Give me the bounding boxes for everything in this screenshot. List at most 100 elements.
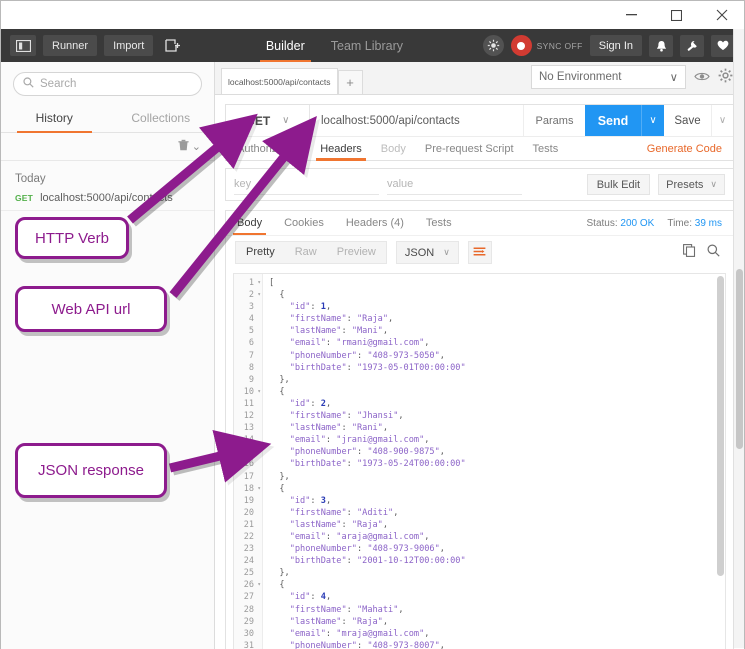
fold-toggle-icon[interactable]: ▾ bbox=[257, 277, 261, 289]
code-line: "firstName": "Jhansi", bbox=[289, 411, 404, 422]
bulk-edit-button[interactable]: Bulk Edit bbox=[586, 174, 651, 195]
search-input[interactable]: Search bbox=[13, 72, 202, 96]
tab-team-library[interactable]: Team Library bbox=[331, 29, 403, 62]
response-tab-cookies[interactable]: Cookies bbox=[284, 211, 324, 235]
generate-code-link[interactable]: Generate Code bbox=[647, 143, 722, 155]
send-button[interactable]: Send bbox=[585, 105, 641, 136]
fold-toggle-icon[interactable]: ▾ bbox=[257, 483, 261, 495]
copy-icon[interactable] bbox=[683, 243, 696, 262]
line-number: 13 bbox=[243, 423, 254, 434]
response-actions bbox=[683, 243, 724, 262]
line-number: 12 bbox=[243, 411, 254, 422]
tab-builder[interactable]: Builder bbox=[259, 29, 311, 62]
response-tab-headers[interactable]: Headers (4) bbox=[346, 211, 404, 235]
line-number: 21 bbox=[243, 519, 254, 530]
presets-button[interactable]: Presets ∨ bbox=[658, 174, 725, 195]
add-request-tab-button[interactable]: + bbox=[337, 70, 363, 94]
request-tab-authorization[interactable]: Authorization bbox=[237, 137, 301, 161]
eye-icon[interactable] bbox=[694, 70, 710, 85]
header-value-input[interactable]: value bbox=[387, 175, 522, 195]
code-line: "lastName": "Rani", bbox=[289, 423, 389, 434]
request-tab-tests[interactable]: Tests bbox=[533, 137, 559, 161]
view-mode-preview[interactable]: Preview bbox=[327, 242, 386, 263]
json-code[interactable]: [ { "id": 1, "firstName": "Raja", "lastN… bbox=[263, 274, 725, 649]
headers-editor: key value Bulk Edit Presets ∨ bbox=[225, 168, 734, 201]
status-value: 200 OK bbox=[620, 217, 655, 229]
fold-toggle-icon[interactable]: ▾ bbox=[257, 579, 261, 591]
request-tab-pre-request-script[interactable]: Pre-request Script bbox=[425, 137, 514, 161]
window-scrollbar-thumb[interactable] bbox=[736, 269, 743, 449]
code-line: "firstName": "Raja", bbox=[289, 314, 394, 325]
status-label: Status: bbox=[586, 217, 618, 229]
left-sidebar: Search History Collections ⌄ Today GET l… bbox=[1, 62, 215, 649]
trash-caret-icon[interactable]: ⌄ bbox=[192, 140, 201, 153]
view-mode-pretty[interactable]: Pretty bbox=[236, 242, 285, 263]
code-line: "id": 1, bbox=[289, 302, 332, 313]
annotation-json-response: JSON response bbox=[15, 443, 167, 498]
interceptor-icon[interactable] bbox=[482, 35, 504, 56]
line-number: 5 bbox=[248, 326, 254, 337]
bell-icon[interactable] bbox=[649, 34, 673, 57]
code-line: "phoneNumber": "408-973-9006", bbox=[289, 544, 445, 555]
response-body-viewer[interactable]: 1 ▾ 2 ▾ 3 4 5 6 7 8 9 10 ▾ 11 12 13 14 15 16 17 18 ▾ 19 20 21 22 2… bbox=[233, 273, 726, 649]
send-options-caret[interactable]: ∨ bbox=[641, 105, 664, 136]
wrench-icon[interactable] bbox=[680, 34, 704, 57]
heart-icon[interactable] bbox=[711, 34, 735, 57]
request-tab[interactable]: localhost:5000/api/contacts bbox=[221, 68, 338, 94]
history-item-verb: GET bbox=[15, 193, 34, 203]
window-minimize-button[interactable] bbox=[609, 2, 654, 29]
import-button[interactable]: Import bbox=[104, 35, 154, 56]
params-button[interactable]: Params bbox=[523, 105, 585, 136]
fold-toggle-icon[interactable]: ▾ bbox=[257, 386, 261, 398]
view-mode-raw[interactable]: Raw bbox=[285, 242, 327, 263]
sidebar-toggle-icon[interactable] bbox=[10, 35, 36, 56]
sync-status[interactable]: SYNC OFF bbox=[510, 35, 583, 56]
window-close-button[interactable] bbox=[699, 2, 744, 29]
window-scrollbar[interactable] bbox=[733, 29, 744, 648]
code-line: "phoneNumber": "408-973-5050", bbox=[289, 350, 445, 361]
code-line: "id": 2, bbox=[289, 398, 332, 409]
code-scrollbar[interactable] bbox=[717, 276, 724, 576]
wrap-lines-icon[interactable] bbox=[467, 241, 492, 264]
response-tab-tests[interactable]: Tests bbox=[426, 211, 452, 235]
header-key-input[interactable]: key bbox=[234, 175, 379, 195]
line-number: 2 ▾ bbox=[248, 289, 261, 301]
sidebar-tab-history[interactable]: History bbox=[1, 104, 108, 133]
fold-toggle-icon[interactable]: ▾ bbox=[257, 289, 261, 301]
environment-select[interactable]: No Environment ∨ bbox=[531, 65, 686, 89]
sign-in-button[interactable]: Sign In bbox=[589, 35, 642, 56]
runner-button[interactable]: Runner bbox=[43, 35, 98, 56]
line-number: 28 bbox=[243, 604, 254, 615]
chevron-down-icon: ∨ bbox=[282, 115, 290, 126]
request-tab-body[interactable]: Body bbox=[381, 137, 406, 161]
sidebar-tab-history-label: History bbox=[35, 111, 73, 125]
save-button[interactable]: Save bbox=[664, 105, 711, 136]
request-tab-headers[interactable]: Headers bbox=[316, 137, 366, 161]
line-number: 7 bbox=[248, 350, 254, 361]
new-window-icon[interactable] bbox=[160, 35, 186, 56]
code-line: "firstName": "Mahati", bbox=[289, 604, 404, 615]
gear-icon[interactable] bbox=[718, 68, 733, 86]
line-number: 14 bbox=[243, 435, 254, 446]
request-url-row: GET ∨ localhost:5000/api/contacts Params… bbox=[226, 105, 733, 136]
search-icon[interactable] bbox=[707, 244, 720, 262]
search-placeholder: Search bbox=[40, 78, 77, 90]
trash-icon[interactable] bbox=[178, 139, 189, 154]
method-select[interactable]: GET ∨ bbox=[226, 105, 310, 136]
window-maximize-button[interactable] bbox=[654, 2, 699, 29]
sync-label: SYNC OFF bbox=[536, 40, 583, 51]
code-line: "phoneNumber": "408-900-9875", bbox=[289, 447, 445, 458]
line-number: 23 bbox=[243, 544, 254, 555]
code-line: "firstName": "Aditi", bbox=[289, 507, 399, 518]
sidebar-actions: ⌄ bbox=[1, 133, 214, 161]
sidebar-tab-collections[interactable]: Collections bbox=[108, 104, 215, 132]
save-options-caret[interactable]: ∨ bbox=[711, 105, 733, 136]
history-item[interactable]: GET localhost:5000/api/contacts bbox=[1, 189, 214, 211]
code-line: { bbox=[279, 386, 285, 397]
response-tab-body[interactable]: Body bbox=[232, 211, 267, 235]
line-number: 29 bbox=[243, 616, 254, 627]
format-select[interactable]: JSON ∨ bbox=[395, 241, 459, 264]
time-value: 39 ms bbox=[694, 217, 722, 229]
request-section-tabs: Authorization Headers Body Pre-request S… bbox=[226, 136, 733, 161]
url-input[interactable]: localhost:5000/api/contacts bbox=[310, 105, 523, 136]
